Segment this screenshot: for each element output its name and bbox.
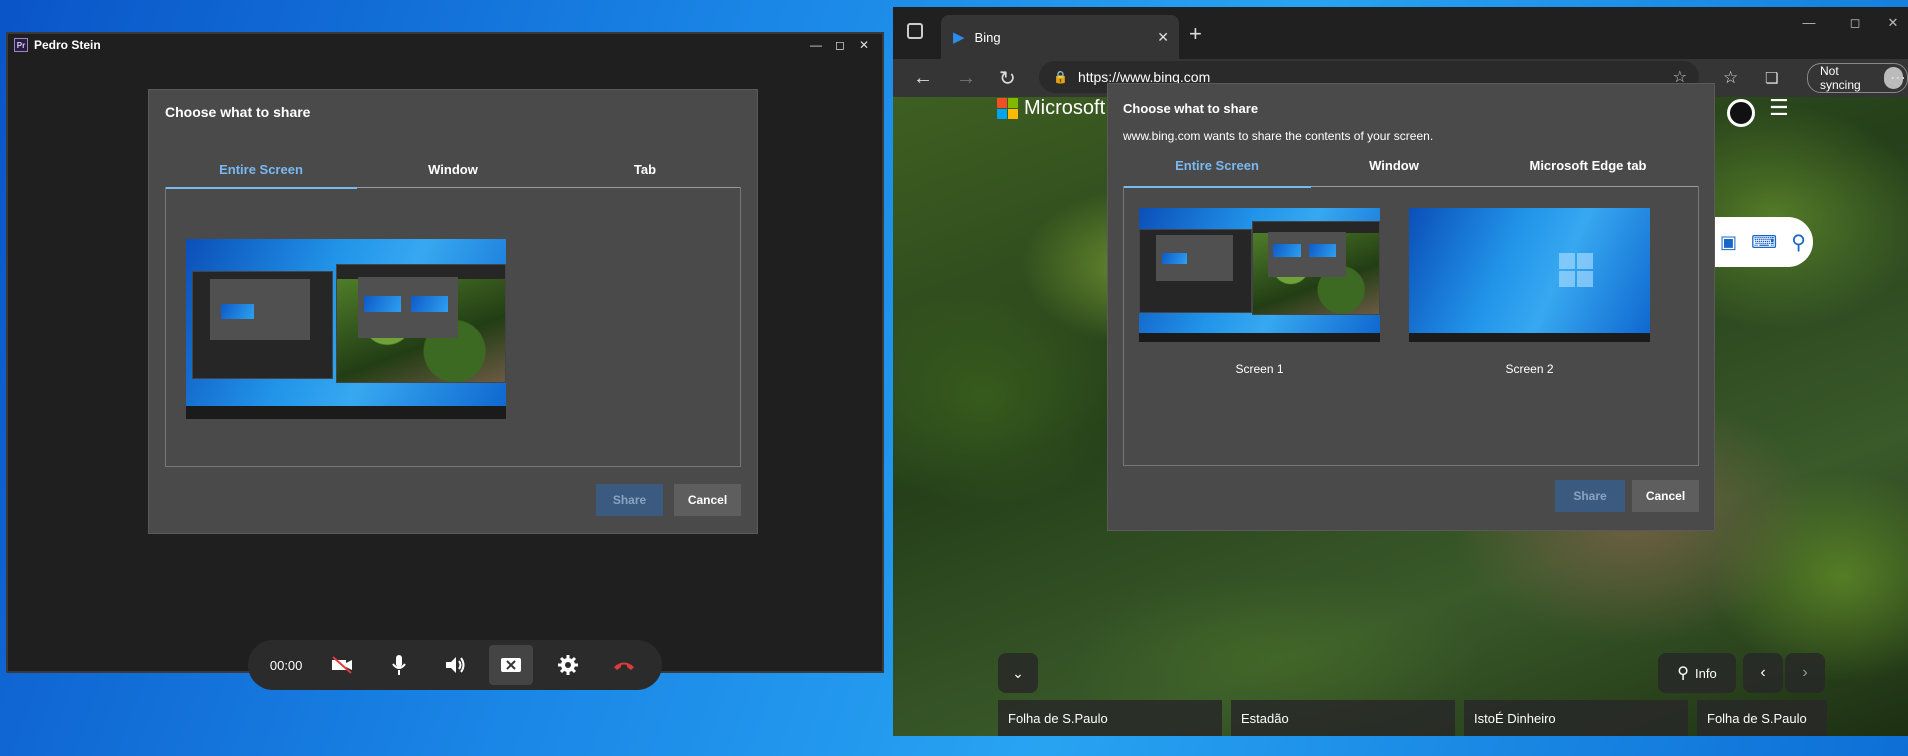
browser-tabstrip: ▶ Bing ✕ + — ◻ ✕	[893, 7, 1908, 59]
call-toolbar: 00:00	[248, 640, 662, 690]
app-logo-icon: Pr	[14, 38, 28, 52]
app-title: Pedro Stein	[34, 38, 101, 52]
browser-share-title: Choose what to share	[1123, 101, 1259, 116]
screen-2-label: Screen 2	[1505, 362, 1554, 376]
close-icon[interactable]: ✕	[1878, 15, 1908, 31]
tab-close-icon[interactable]: ✕	[1157, 29, 1169, 46]
info-label: Info	[1695, 665, 1717, 681]
microphone-icon[interactable]	[377, 645, 421, 685]
microsoft-logo-icon	[997, 98, 1018, 119]
windows-logo-icon	[1559, 253, 1593, 287]
news-card[interactable]: IstoÉ Dinheiro	[1464, 700, 1688, 736]
info-button[interactable]: ⚲ Info	[1658, 653, 1736, 693]
minimize-icon[interactable]: —	[1786, 15, 1832, 31]
collections-icon[interactable]: ❏	[1765, 69, 1778, 87]
screen-1-option[interactable]: Screen 1	[1139, 208, 1380, 376]
screen-2-thumbnail	[1409, 208, 1650, 342]
tab-window[interactable]: Window	[1311, 158, 1477, 186]
browser-screen-list: Screen 1 Screen 2	[1123, 186, 1699, 466]
chevron-left-icon: ‹	[1760, 664, 1766, 681]
call-timer: 00:00	[269, 657, 303, 673]
tab-entire-screen[interactable]: Entire Screen	[165, 162, 357, 189]
expand-feed-button[interactable]: ⌄	[998, 653, 1038, 693]
app-titlebar[interactable]: Pr Pedro Stein — ◻ ✕	[8, 34, 882, 56]
previous-image-button[interactable]: ‹	[1743, 653, 1783, 693]
microsoft-brand[interactable]: Microsoft	[997, 97, 1120, 120]
back-icon[interactable]: ←	[913, 67, 933, 90]
browser-share-dialog: Choose what to share www.bing.com wants …	[1107, 83, 1715, 531]
screen-2-option[interactable]: Screen 2	[1409, 208, 1650, 376]
close-icon[interactable]: ✕	[852, 34, 876, 56]
maximize-icon[interactable]: ◻	[828, 34, 852, 56]
new-tab-icon[interactable]: +	[1189, 21, 1202, 47]
browser-share-subtitle: www.bing.com wants to share the contents…	[1123, 129, 1434, 143]
stop-share-icon[interactable]	[489, 645, 534, 685]
browser-cancel-button[interactable]: Cancel	[1632, 480, 1699, 512]
maximize-icon[interactable]: ◻	[1832, 15, 1878, 31]
favorites-icon[interactable]: ☆	[1723, 68, 1738, 88]
screen-1-label: Screen 1	[1235, 362, 1284, 376]
tab-tab[interactable]: Tab	[549, 162, 741, 187]
chevron-down-icon: ⌄	[1012, 664, 1024, 681]
more-icon[interactable]: ⋯	[1890, 68, 1906, 88]
news-card[interactable]: Estadão	[1231, 700, 1455, 736]
chevron-right-icon: ›	[1802, 664, 1808, 681]
search-box-partial[interactable]: ▣ ⌨ ⚲	[1713, 217, 1813, 267]
browser-share-tabs: Entire Screen Window Microsoft Edge tab	[1123, 158, 1699, 188]
news-card[interactable]: Folha de S.Paulo	[1697, 700, 1827, 736]
rewards-icon[interactable]	[1727, 99, 1755, 127]
call-app-window: Pr Pedro Stein — ◻ ✕ Choose what to shar…	[6, 32, 884, 690]
visual-search-icon[interactable]: ▣	[1720, 232, 1737, 253]
share-dialog: Choose what to share Entire Screen Windo…	[148, 89, 758, 534]
share-dialog-title: Choose what to share	[165, 104, 311, 120]
share-tabs: Entire Screen Window Tab	[165, 162, 741, 189]
settings-gear-icon[interactable]	[546, 645, 590, 685]
next-image-button[interactable]: ›	[1785, 653, 1825, 693]
speaker-icon[interactable]	[433, 645, 477, 685]
minimize-icon[interactable]: —	[804, 34, 828, 56]
screen-1-thumbnail	[1139, 208, 1380, 342]
lock-icon: 🔒	[1053, 70, 1068, 84]
camera-off-icon[interactable]	[320, 645, 364, 685]
forward-icon[interactable]: →	[956, 67, 976, 90]
browser-tab-title: Bing	[974, 29, 1001, 45]
search-icon[interactable]: ⚲	[1791, 230, 1806, 255]
location-pin-icon: ⚲	[1677, 665, 1690, 682]
refresh-icon[interactable]: ↻	[999, 66, 1016, 91]
cancel-button[interactable]: Cancel	[674, 484, 741, 516]
hang-up-icon[interactable]	[602, 645, 646, 685]
tab-actions-icon[interactable]	[907, 23, 923, 39]
news-card[interactable]: Folha de S.Paulo	[998, 700, 1222, 736]
browser-tab-bing[interactable]: ▶ Bing ✕	[941, 15, 1179, 59]
tab-window[interactable]: Window	[357, 162, 549, 187]
tab-edge-tab[interactable]: Microsoft Edge tab	[1477, 158, 1699, 186]
tab-entire-screen[interactable]: Entire Screen	[1123, 158, 1311, 188]
sync-status: Not syncing	[1820, 64, 1861, 92]
bing-logo-icon: ▶	[953, 29, 965, 46]
keyboard-icon[interactable]: ⌨	[1751, 232, 1777, 253]
hamburger-menu-icon[interactable]: ☰	[1769, 95, 1789, 121]
microsoft-brand-text: Microsoft	[1024, 97, 1106, 119]
browser-share-button[interactable]: Share	[1555, 480, 1625, 512]
screen-list-panel	[165, 187, 741, 467]
share-button[interactable]: Share	[596, 484, 663, 516]
screen-thumbnail[interactable]	[186, 239, 506, 419]
